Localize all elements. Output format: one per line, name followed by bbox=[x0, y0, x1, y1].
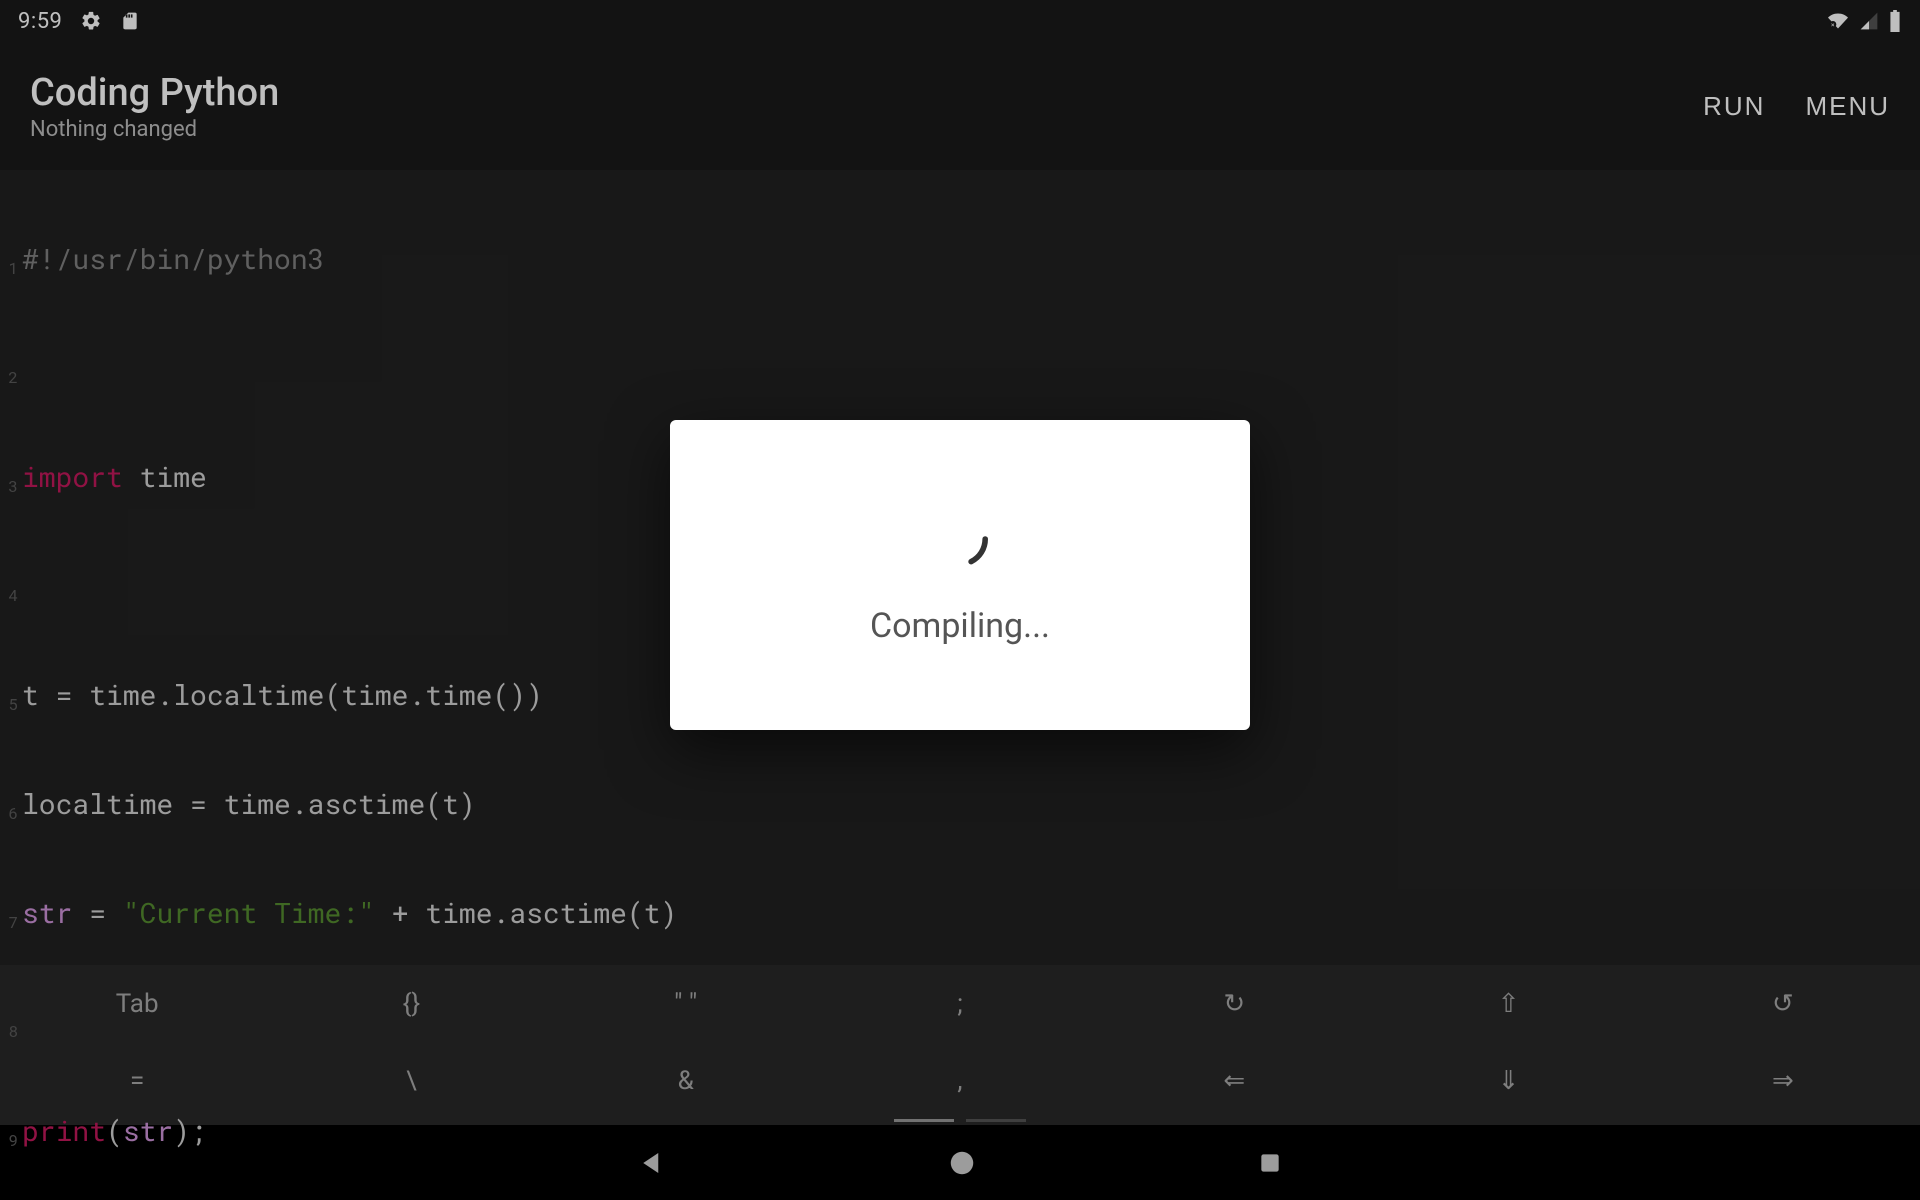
symbol-keyboard: Tab {} " " ; ↻ ⇧ ↺ = \ & , ⇐ ⇓ ⇒ bbox=[0, 965, 1920, 1125]
line-number: 7 bbox=[0, 896, 22, 939]
code-token: str bbox=[22, 894, 72, 931]
signal-icon bbox=[1858, 11, 1880, 31]
svg-text:×: × bbox=[1831, 21, 1835, 29]
compiling-dialog: Compiling... bbox=[670, 420, 1250, 730]
menu-button[interactable]: MENU bbox=[1805, 91, 1890, 122]
key-comma[interactable]: , bbox=[957, 1066, 962, 1096]
code-token: localtime = time.asctime(t) bbox=[22, 785, 476, 822]
wifi-icon: × bbox=[1826, 11, 1850, 31]
key-left-icon[interactable]: ⇐ bbox=[1223, 1066, 1245, 1096]
key-right-icon[interactable]: ⇒ bbox=[1772, 1066, 1794, 1096]
code-token: import bbox=[22, 458, 123, 495]
code-token: + time.asctime(t) bbox=[375, 894, 677, 931]
nav-recent-icon[interactable] bbox=[1257, 1150, 1283, 1176]
key-equals[interactable]: = bbox=[130, 1066, 144, 1096]
sd-card-icon bbox=[120, 10, 140, 32]
code-token: "Current Time:" bbox=[123, 894, 375, 931]
code-token: = bbox=[72, 894, 122, 931]
app-title: Coding Python bbox=[30, 71, 279, 115]
run-button[interactable]: RUN bbox=[1703, 91, 1765, 122]
line-number: 5 bbox=[0, 678, 22, 721]
nav-home-icon[interactable] bbox=[947, 1148, 977, 1178]
code-token: t = time.localtime(time.time()) bbox=[22, 676, 543, 713]
key-semicolon[interactable]: ; bbox=[957, 989, 963, 1019]
keyboard-page-indicator bbox=[0, 1119, 1920, 1125]
key-ampersand[interactable]: & bbox=[678, 1066, 694, 1096]
code-token: #!/usr/bin/python3 bbox=[22, 240, 324, 277]
line-number: 1 bbox=[0, 242, 22, 285]
key-quotes[interactable]: " " bbox=[674, 989, 697, 1019]
line-number: 4 bbox=[0, 569, 22, 612]
key-down-icon[interactable]: ⇓ bbox=[1498, 1066, 1520, 1096]
line-number: 2 bbox=[0, 351, 22, 394]
key-tab[interactable]: Tab bbox=[116, 989, 159, 1019]
code-token: time bbox=[123, 458, 207, 495]
line-number: 6 bbox=[0, 787, 22, 830]
nav-back-icon[interactable] bbox=[637, 1148, 667, 1178]
spinner-icon bbox=[925, 504, 995, 574]
battery-icon bbox=[1888, 10, 1902, 32]
key-up-icon[interactable]: ⇧ bbox=[1498, 989, 1520, 1019]
key-braces[interactable]: {} bbox=[403, 989, 421, 1019]
status-bar: 9:59 × bbox=[0, 0, 1920, 42]
key-undo-icon[interactable]: ↺ bbox=[1772, 989, 1794, 1019]
gear-icon bbox=[80, 10, 102, 32]
status-time: 9:59 bbox=[18, 9, 62, 34]
key-backslash[interactable]: \ bbox=[406, 1066, 417, 1096]
key-redo-icon[interactable]: ↻ bbox=[1223, 989, 1245, 1019]
app-subtitle: Nothing changed bbox=[30, 117, 279, 142]
dialog-message: Compiling... bbox=[870, 606, 1050, 646]
line-number: 3 bbox=[0, 460, 22, 503]
app-toolbar: Coding Python Nothing changed RUN MENU bbox=[0, 42, 1920, 170]
